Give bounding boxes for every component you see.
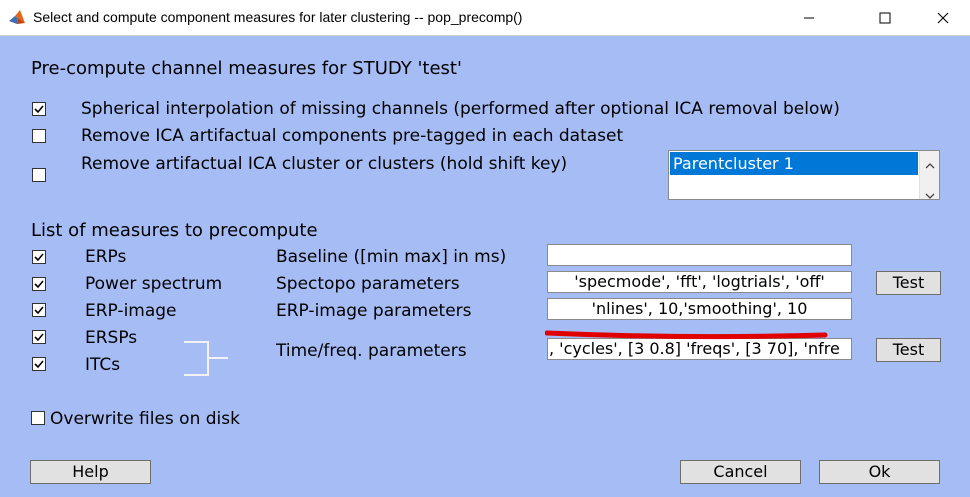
timef-test-button[interactable]: Test [876, 338, 941, 362]
erp-image-label: ERP-image [85, 301, 177, 321]
cancel-button[interactable]: Cancel [680, 460, 801, 484]
erpimage-input[interactable]: 'nlines', 10,'smoothing', 10 [547, 298, 852, 320]
baseline-input[interactable] [547, 244, 852, 266]
remove-cluster-checkbox[interactable] [32, 168, 46, 182]
title-bar: Select and compute component measures fo… [0, 0, 970, 36]
interp-checkbox[interactable] [32, 102, 46, 116]
minimize-button[interactable] [786, 0, 832, 36]
erps-checkbox[interactable] [32, 250, 46, 264]
overwrite-label: Overwrite files on disk [50, 409, 240, 429]
maximize-button[interactable] [862, 0, 908, 36]
red-underline-annotation [544, 326, 829, 345]
baseline-label: Baseline ([min max] in ms) [276, 247, 507, 267]
ersps-checkbox[interactable] [32, 330, 46, 344]
minimize-icon [803, 12, 815, 24]
remove-ica-label: Remove ICA artifactual components pre-ta… [81, 126, 624, 146]
remove-cluster-label: Remove artifactual ICA cluster or cluste… [81, 154, 568, 174]
ersps-label: ERSPs [85, 328, 138, 348]
window-title: Select and compute component measures fo… [33, 9, 523, 25]
cluster-list-scrollbar[interactable] [919, 151, 939, 199]
cluster-list-item[interactable]: Parentcluster 1 [670, 152, 918, 175]
chevron-down-icon[interactable] [925, 185, 935, 204]
remove-ica-checkbox[interactable] [32, 129, 46, 143]
overwrite-checkbox[interactable] [31, 411, 45, 425]
interp-label: Spherical interpolation of missing chann… [81, 99, 840, 119]
maximize-icon [879, 12, 891, 24]
power-spectrum-label: Power spectrum [85, 274, 223, 294]
spectopo-test-button[interactable]: Test [876, 271, 941, 295]
precompute-heading: Pre-compute channel measures for STUDY '… [31, 58, 462, 79]
itcs-checkbox[interactable] [32, 357, 46, 371]
timef-label: Time/freq. parameters [276, 341, 467, 361]
close-button[interactable] [920, 0, 966, 36]
ok-button[interactable]: Ok [819, 460, 940, 484]
help-button[interactable]: Help [30, 460, 151, 484]
erps-label: ERPs [85, 247, 127, 267]
close-icon [937, 12, 949, 24]
cluster-listbox[interactable]: Parentcluster 1 [668, 150, 940, 200]
spectopo-label: Spectopo parameters [276, 274, 460, 294]
measures-heading: List of measures to precompute [31, 220, 318, 241]
power-spectrum-checkbox[interactable] [32, 277, 46, 291]
ersp-itc-bracket [184, 340, 230, 382]
erp-image-checkbox[interactable] [32, 303, 46, 317]
erpimage-params-label: ERP-image parameters [276, 301, 472, 321]
spectopo-input[interactable]: 'specmode', 'fft', 'logtrials', 'off' [547, 271, 852, 293]
chevron-up-icon[interactable] [925, 155, 935, 174]
matlab-icon [8, 9, 26, 27]
itcs-label: ITCs [85, 355, 121, 375]
